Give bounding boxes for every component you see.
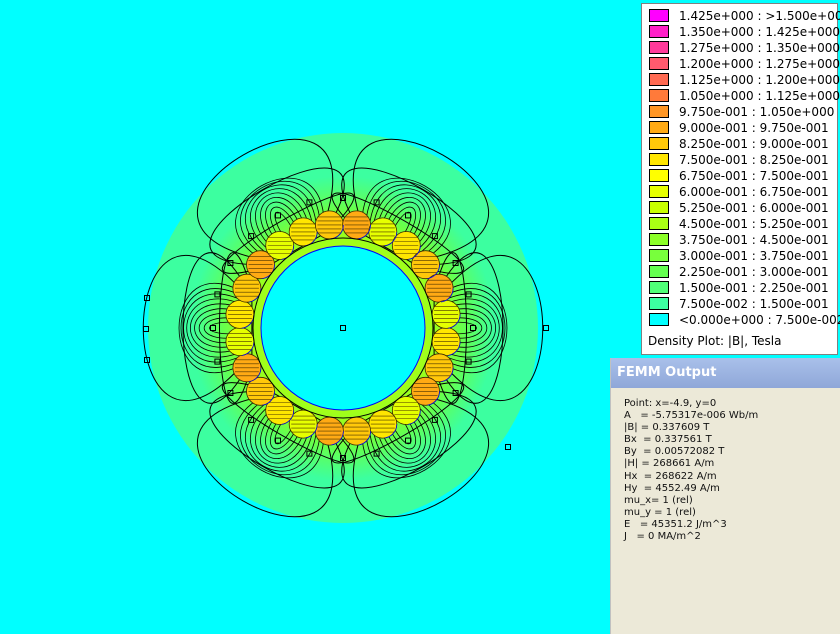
output-line: Hx = 268622 A/m xyxy=(624,470,717,482)
output-line: Hy = 4552.49 A/m xyxy=(624,482,720,494)
legend-label: 8.250e-001 : 9.000e-001 xyxy=(679,137,829,151)
legend-row: 4.500e-001 : 5.250e-001 xyxy=(646,216,836,232)
legend-swatch xyxy=(649,9,669,22)
legend-label: 3.000e-001 : 3.750e-001 xyxy=(679,249,829,263)
legend-swatch xyxy=(649,169,669,182)
legend-row: 6.750e-001 : 7.500e-001 xyxy=(646,168,836,184)
legend-row: 7.500e-001 : 8.250e-001 xyxy=(646,152,836,168)
legend-label: 9.750e-001 : 1.050e+000 xyxy=(679,105,835,119)
legend-swatch xyxy=(649,57,669,70)
legend-row: 3.000e-001 : 3.750e-001 xyxy=(646,248,836,264)
legend-label: 6.750e-001 : 7.500e-001 xyxy=(679,169,829,183)
legend-row: 7.500e-002 : 1.500e-001 xyxy=(646,296,836,312)
legend-label: 1.125e+000 : 1.200e+000 xyxy=(679,73,840,87)
bore-boundary xyxy=(260,245,426,411)
output-line: mu_y = 1 (rel) xyxy=(624,506,696,518)
legend-swatch xyxy=(649,137,669,150)
legend-swatch xyxy=(649,153,669,166)
output-line: Point: x=-4.9, y=0 xyxy=(624,398,717,409)
legend-row: 1.125e+000 : 1.200e+000 xyxy=(646,72,840,88)
legend-row: 3.750e-001 : 4.500e-001 xyxy=(646,232,836,248)
output-line: E = 45351.2 J/m^3 xyxy=(624,518,727,530)
legend-row: 1.050e+000 : 1.125e+000 xyxy=(646,88,840,104)
output-line: Bx = 0.337561 T xyxy=(624,434,712,446)
legend-label: 1.200e+000 : 1.275e+000 xyxy=(679,57,840,71)
legend-label: 1.275e+000 : 1.350e+000 xyxy=(679,41,840,55)
legend-row: 1.425e+000 : >1.500e+000 xyxy=(646,8,840,24)
legend-swatch xyxy=(649,249,669,262)
legend-label: 9.000e-001 : 9.750e-001 xyxy=(679,121,829,135)
legend-swatch xyxy=(649,201,669,214)
legend-label: 1.425e+000 : >1.500e+000 xyxy=(679,9,840,23)
legend-swatch xyxy=(649,297,669,310)
legend-label: 6.000e-001 : 6.750e-001 xyxy=(679,185,829,199)
legend-row: 1.500e-001 : 2.250e-001 xyxy=(646,280,836,296)
legend-swatch xyxy=(649,25,669,38)
legend-swatch xyxy=(649,233,669,246)
legend-swatch xyxy=(649,313,669,326)
legend-label: 1.050e+000 : 1.125e+000 xyxy=(679,89,840,103)
legend-label: 1.500e-001 : 2.250e-001 xyxy=(679,281,829,295)
legend-label: <0.000e+000 : 7.500e-002 xyxy=(679,313,840,327)
output-line: mu_x= 1 (rel) xyxy=(624,494,693,506)
legend-row: 8.250e-001 : 9.000e-001 xyxy=(646,136,836,152)
legend-swatch xyxy=(649,105,669,118)
legend-label: 1.350e+000 : 1.425e+000 xyxy=(679,25,840,39)
legend-swatch xyxy=(649,281,669,294)
legend-label: 4.500e-001 : 5.250e-001 xyxy=(679,217,829,231)
legend-swatch xyxy=(649,89,669,102)
legend-row: 1.275e+000 : 1.350e+000 xyxy=(646,40,840,56)
output-text: Point: x=-4.9, y=0 A = -5.75317e-006 Wb/m… xyxy=(624,398,758,543)
legend-swatch xyxy=(649,185,669,198)
legend-swatch xyxy=(649,73,669,86)
output-line: |H| = 268661 A/m xyxy=(624,458,715,470)
output-line: |B| = 0.337609 T xyxy=(624,422,710,434)
legend-panel: 1.425e+000 : >1.500e+000 1.350e+000 : 1.4… xyxy=(641,3,840,355)
legend-swatch xyxy=(649,41,669,54)
legend-title: Density Plot: |B|, Tesla xyxy=(648,334,782,348)
legend-swatch xyxy=(649,121,669,134)
legend-swatch xyxy=(649,217,669,230)
legend-label: 7.500e-002 : 1.500e-001 xyxy=(679,297,829,311)
femm-output-window[interactable]: FEMM Output Point: x=-4.9, y=0 A = -5.753… xyxy=(610,358,840,634)
legend-label: 5.250e-001 : 6.000e-001 xyxy=(679,201,829,215)
output-line: By = 0.00572082 T xyxy=(624,446,725,458)
legend-swatch xyxy=(649,265,669,278)
legend-row: 9.000e-001 : 9.750e-001 xyxy=(646,120,836,136)
legend-row: 1.200e+000 : 1.275e+000 xyxy=(646,56,840,72)
legend-row: 5.250e-001 : 6.000e-001 xyxy=(646,200,836,216)
legend-label: 3.750e-001 : 4.500e-001 xyxy=(679,233,829,247)
legend-row: 2.250e-001 : 3.000e-001 xyxy=(646,264,836,280)
legend-row: 9.750e-001 : 1.050e+000 xyxy=(646,104,836,120)
legend-label: 2.250e-001 : 3.000e-001 xyxy=(679,265,829,279)
legend-label: 7.500e-001 : 8.250e-001 xyxy=(679,153,829,167)
output-line: J = 0 MA/m^2 xyxy=(624,531,701,543)
output-line: A = -5.75317e-006 Wb/m xyxy=(624,410,759,422)
legend-row: <0.000e+000 : 7.500e-002 xyxy=(646,312,840,328)
legend-row: 6.000e-001 : 6.750e-001 xyxy=(646,184,836,200)
legend-row: 1.350e+000 : 1.425e+000 xyxy=(646,24,840,40)
output-title-bar[interactable]: FEMM Output xyxy=(611,358,840,388)
